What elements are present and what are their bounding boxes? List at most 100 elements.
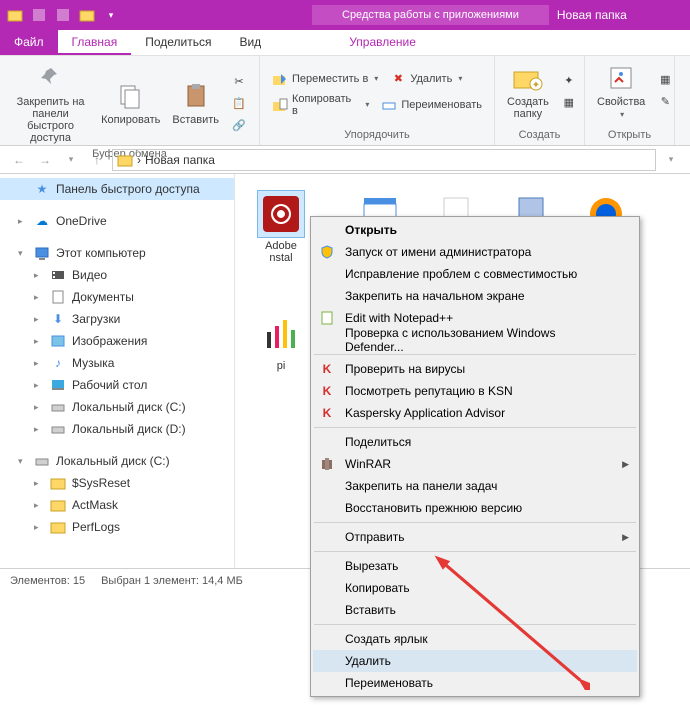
path-current[interactable]: Новая папка <box>145 153 215 167</box>
new-folder-button[interactable]: ✦ Создать папку <box>503 60 553 122</box>
folder-icon <box>4 4 26 26</box>
status-selected-label: Выбран 1 элемент: <box>101 575 199 587</box>
tree-this-pc[interactable]: ▾Этот компьютер <box>0 242 234 264</box>
tab-view[interactable]: Вид <box>225 30 275 55</box>
status-count-label: Элементов: <box>10 575 70 587</box>
tree-desktop[interactable]: ▸Рабочий стол <box>0 374 234 396</box>
move-to-button[interactable]: Переместить в▾ <box>268 69 382 89</box>
menu-send-to[interactable]: Отправить▶ <box>313 526 637 548</box>
path-icon: 📋 <box>231 95 247 111</box>
tree-perflogs[interactable]: ▸PerfLogs <box>0 516 234 538</box>
video-icon <box>50 267 66 283</box>
paste-shortcut-button[interactable]: 🔗 <box>227 115 251 135</box>
tree-downloads[interactable]: ▸⬇Загрузки <box>0 308 234 330</box>
status-count: 15 <box>73 575 85 587</box>
rename-icon <box>381 97 397 113</box>
menu-pin-start[interactable]: Закрепить на начальном экране <box>313 285 637 307</box>
menu-kaspersky[interactable]: KKaspersky Application Advisor <box>313 402 637 424</box>
forward-button[interactable]: → <box>34 149 56 171</box>
app-icon <box>257 310 305 358</box>
tab-manage[interactable]: Управление <box>301 30 464 55</box>
tab-home[interactable]: Главная <box>58 30 132 55</box>
tree-pictures[interactable]: ▸Изображения <box>0 330 234 352</box>
tree-videos[interactable]: ▸Видео <box>0 264 234 286</box>
rename-button[interactable]: Переименовать <box>377 95 486 115</box>
title-bar: ▾ Средства работы с приложениями Новая п… <box>0 0 690 30</box>
easy-access-button[interactable]: ▦ <box>557 92 581 112</box>
pin-label: Закрепить на панели быстрого доступа <box>12 96 89 144</box>
tree-sysreset[interactable]: ▸$SysReset <box>0 472 234 494</box>
tree-documents[interactable]: ▸Документы <box>0 286 234 308</box>
delete-button[interactable]: ✖Удалить▾ <box>386 69 466 89</box>
tree-quick-access[interactable]: ★Панель быстрого доступа <box>0 178 234 200</box>
paste-button[interactable]: Вставить <box>168 78 223 128</box>
organize-group-label: Упорядочить <box>268 129 486 141</box>
menu-delete[interactable]: Удалить <box>313 650 637 672</box>
qat-dropdown[interactable]: ▾ <box>100 4 122 26</box>
tree-music[interactable]: ▸♪Музыка <box>0 352 234 374</box>
paste-icon <box>180 80 212 112</box>
menu-paste[interactable]: Вставить <box>313 599 637 621</box>
menu-run-admin[interactable]: Запуск от имени администратора <box>313 241 637 263</box>
path-separator: › <box>137 153 141 167</box>
folder-icon <box>76 4 98 26</box>
tab-file[interactable]: Файл <box>0 30 58 55</box>
menu-cut[interactable]: Вырезать <box>313 555 637 577</box>
properties-button[interactable]: Свойства ▾ <box>593 60 649 121</box>
tree-disk-c-root[interactable]: ▾Локальный диск (C:) <box>0 450 234 472</box>
menu-winrar[interactable]: WinRAR▶ <box>313 453 637 475</box>
winrar-icon <box>317 456 337 472</box>
back-button[interactable]: ← <box>8 149 30 171</box>
pictures-icon <box>50 333 66 349</box>
tree-disk-c[interactable]: ▸Локальный диск (C:) <box>0 396 234 418</box>
open-group-label: Открыть <box>593 129 666 141</box>
menu-restore[interactable]: Восстановить прежнюю версию <box>313 497 637 519</box>
menu-shortcut[interactable]: Создать ярлык <box>313 628 637 650</box>
menu-pin-taskbar[interactable]: Закрепить на панели задач <box>313 475 637 497</box>
refresh-button[interactable]: ▾ <box>660 149 682 171</box>
menu-open[interactable]: Открыть <box>313 219 637 241</box>
music-icon: ♪ <box>50 355 66 371</box>
move-icon <box>272 71 288 87</box>
up-button[interactable]: ↑ <box>86 149 108 171</box>
copy-to-icon <box>272 97 288 113</box>
properties-icon <box>605 62 637 94</box>
recent-dropdown[interactable]: ▾ <box>60 149 82 171</box>
file-item[interactable]: pi <box>251 310 311 372</box>
new-item-button[interactable]: ✦ <box>557 70 581 90</box>
qat-item[interactable] <box>28 4 50 26</box>
tools-tab-label: Средства работы с приложениями <box>312 5 549 25</box>
cut-small-button[interactable]: ✂ <box>227 71 251 91</box>
open-small-button[interactable]: ▦ <box>653 70 677 90</box>
menu-ksn[interactable]: KПосмотреть репутацию в KSN <box>313 380 637 402</box>
folder-icon <box>50 497 66 513</box>
pin-button[interactable]: Закрепить на панели быстрого доступа <box>8 60 93 146</box>
tab-share[interactable]: Поделиться <box>131 30 225 55</box>
copy-to-button[interactable]: Копировать в▾ <box>268 91 373 119</box>
submenu-arrow-icon: ▶ <box>622 532 629 543</box>
menu-troubleshoot[interactable]: Исправление проблем с совместимостью <box>313 263 637 285</box>
menu-defender[interactable]: Проверка с использованием Windows Defend… <box>313 329 637 351</box>
menu-rename[interactable]: Переименовать <box>313 672 637 694</box>
menu-share[interactable]: Поделиться <box>313 431 637 453</box>
drive-icon <box>50 399 66 415</box>
tree-disk-d[interactable]: ▸Локальный диск (D:) <box>0 418 234 440</box>
tree-actmask[interactable]: ▸ActMask <box>0 494 234 516</box>
context-menu: Открыть Запуск от имени администратора И… <box>310 216 640 697</box>
folder-icon <box>50 519 66 535</box>
path-box[interactable]: › Новая папка <box>112 149 656 171</box>
folder-icon <box>50 475 66 491</box>
qat-item[interactable] <box>52 4 74 26</box>
kaspersky-icon: K <box>317 383 337 399</box>
menu-virus-check[interactable]: KПроверить на вирусы <box>313 358 637 380</box>
navigation-pane: ★Панель быстрого доступа ▸☁OneDrive ▾Это… <box>0 174 235 568</box>
sparkle-icon: ✦ <box>561 72 577 88</box>
documents-icon <box>50 289 66 305</box>
menu-copy[interactable]: Копировать <box>313 577 637 599</box>
edit-small-button[interactable]: ✎ <box>653 92 677 112</box>
notepad-icon <box>317 310 337 326</box>
tree-onedrive[interactable]: ▸☁OneDrive <box>0 210 234 232</box>
copy-path-button[interactable]: 📋 <box>227 93 251 113</box>
copy-button[interactable]: Копировать <box>97 78 164 128</box>
file-adobe[interactable]: Adobe nstal <box>251 190 311 264</box>
